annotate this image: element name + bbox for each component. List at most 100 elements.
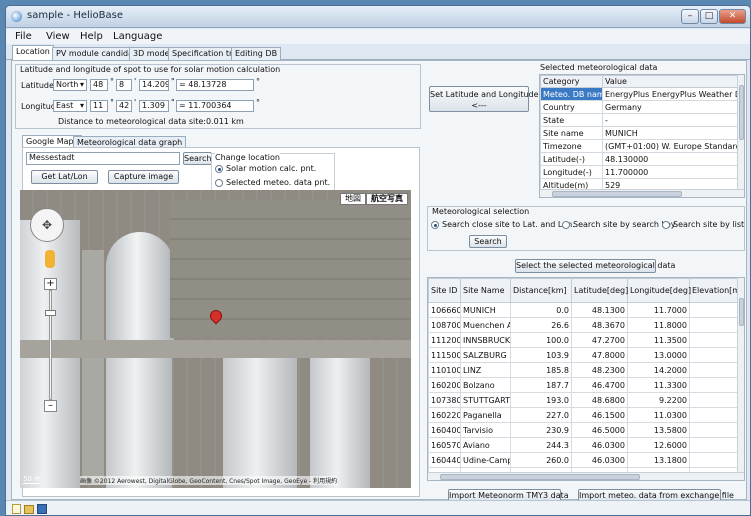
menu-language[interactable]: Language — [113, 31, 162, 42]
meteo-table-hscroll[interactable] — [540, 189, 744, 197]
site-row[interactable]: 107380 STUTTGART 193.0 48.6800 9.2200 — [428, 392, 739, 408]
elevation-cell — [689, 437, 739, 453]
save-icon[interactable] — [37, 504, 47, 514]
change-location-group: Change location Solar motion calc. pnt. … — [211, 153, 335, 191]
map-type-aerial-button[interactable]: 航空写真 — [366, 193, 408, 205]
radio-search-close-site[interactable] — [431, 221, 439, 229]
longitude-minutes-input[interactable]: 42 — [116, 100, 132, 112]
maximize-button[interactable]: □ — [700, 9, 718, 24]
set-latlon-button[interactable]: Set Latitude and Longitude <--- — [429, 86, 539, 112]
site-row[interactable]: 160570 Aviano 244.3 46.0300 12.6000 — [428, 437, 739, 453]
site-row[interactable]: 111500 SALZBURG 103.9 47.8000 13.0000 — [428, 347, 739, 363]
site-row[interactable]: 160220 Paganella 227.0 46.1500 11.0300 — [428, 407, 739, 423]
new-file-icon[interactable] — [12, 504, 21, 514]
map-hall — [223, 358, 297, 488]
longitude-seconds-input[interactable]: 1.309 — [139, 100, 169, 112]
map-search-button[interactable]: Search — [183, 152, 212, 165]
property-category-cell: Timezone — [540, 139, 603, 153]
latitude-degrees-input[interactable]: 48 — [90, 79, 108, 91]
column-header-elevation[interactable]: Elevation[m — [689, 278, 740, 303]
sites-table-vscroll[interactable] — [737, 278, 744, 472]
radio-meteo-point[interactable] — [215, 179, 223, 187]
zoom-slider[interactable] — [49, 290, 52, 400]
tab-location[interactable]: Location — [12, 45, 54, 61]
longitude-cell: 11.3300 — [627, 377, 690, 393]
zoom-out-button[interactable]: – — [44, 400, 57, 412]
meteo-property-row[interactable]: Timezone(GMT+01:00) W. Europe Standard T… — [540, 139, 739, 153]
meteo-property-row[interactable]: Latitude(-) 48.130000 — [540, 152, 739, 166]
column-header-latitude[interactable]: Latitude[deg] — [571, 278, 628, 303]
site-row[interactable]: 106660 MUNICH 0.0 48.1300 11.7000 — [428, 302, 739, 318]
map-road — [82, 250, 104, 480]
site-name-cell: MUNICH — [460, 302, 511, 318]
site-row[interactable]: 110100 LINZ 185.8 48.2300 14.2000 — [428, 362, 739, 378]
radio-solar-point[interactable] — [215, 165, 223, 173]
zoom-slider-thumb[interactable] — [45, 310, 56, 316]
scroll-thumb[interactable] — [440, 474, 640, 480]
latitude-seconds-input[interactable]: 14.209 — [139, 79, 169, 91]
radio-search-list[interactable] — [662, 221, 670, 229]
meteo-search-button[interactable]: Search — [469, 235, 507, 248]
menu-file[interactable]: File — [15, 31, 32, 42]
selected-meteo-table: CategoryValue Meteo. DB nameEnergyPlus E… — [539, 74, 745, 198]
longitude-cell: 9.2200 — [627, 392, 690, 408]
site-name-cell: SALZBURG — [460, 347, 511, 363]
radio-search-key[interactable] — [562, 221, 570, 229]
sites-table-hscroll[interactable] — [428, 472, 744, 480]
latitude-direction-select[interactable]: North ▾ — [53, 79, 87, 91]
column-header-site-name[interactable]: Site Name — [460, 278, 511, 303]
site-id-cell: 160570 — [428, 437, 461, 453]
longitude-direction-select[interactable]: East ▾ — [53, 100, 87, 112]
radio-meteo-label: Selected meteo. data pnt. — [226, 178, 331, 187]
zoom-in-button[interactable]: + — [44, 278, 57, 290]
site-row[interactable]: 160200 Bolzano 187.7 46.4700 11.3300 — [428, 377, 739, 393]
select-meteo-data-button[interactable]: Select the selected meteorological data — [515, 259, 675, 273]
column-header-site-id[interactable]: Site ID — [428, 278, 461, 303]
capture-image-button[interactable]: Capture image — [108, 170, 179, 184]
scroll-thumb[interactable] — [739, 85, 744, 140]
meteo-selection-title: Meteorological selection — [432, 207, 530, 216]
elevation-cell — [689, 377, 739, 393]
radio-search-close-label: Search close site to Lat. and Lon. — [442, 220, 575, 229]
site-name-cell: Tarvisio — [460, 422, 511, 438]
close-button[interactable]: ✕ — [719, 9, 746, 24]
longitude-degrees-input[interactable]: 11 — [90, 100, 108, 112]
meteo-property-row[interactable]: State - — [540, 113, 739, 127]
longitude-cell: 14.2000 — [627, 362, 690, 378]
distance-cell: 26.6 — [510, 317, 572, 333]
site-row[interactable]: 160440Udine-Camp..260.046.030013.1800 — [428, 452, 739, 468]
meteo-property-row[interactable]: Meteo. DB nameEnergyPlus EnergyPlus Weat… — [540, 87, 739, 101]
meteo-property-row[interactable]: Site name MUNICH — [540, 126, 739, 140]
site-row[interactable]: 160400 Tarvisio 230.9 46.5000 13.5800 — [428, 422, 739, 438]
open-folder-icon[interactable] — [24, 505, 34, 514]
property-value-cell: (GMT+01:00) W. Europe Standard Time — [602, 139, 739, 153]
radio-search-list-label: Search site by list — [673, 220, 745, 229]
longitude-cell: 13.5800 — [627, 422, 690, 438]
longitude-cell: 11.8000 — [627, 317, 690, 333]
menu-view[interactable]: View — [46, 31, 70, 42]
meteo-property-row[interactable]: Country Germany — [540, 100, 739, 114]
column-header-longitude[interactable]: Longitude[deg] — [627, 278, 691, 303]
meteo-table-vscroll[interactable] — [737, 75, 744, 189]
scroll-thumb[interactable] — [739, 298, 744, 326]
latitude-cell: 47.8000 — [571, 347, 628, 363]
site-row[interactable]: 108700Muenchen A..26.648.367011.8000 — [428, 317, 739, 333]
column-header-distance[interactable]: Distance[km] — [510, 278, 572, 303]
get-latlon-button[interactable]: Get Lat/Lon — [31, 170, 98, 184]
satellite-map[interactable]: ✥ + – 地図 航空写真 画像 ©2012 Aerowest, Digital… — [20, 190, 411, 488]
map-type-map-button[interactable]: 地図 — [340, 193, 366, 205]
scroll-thumb[interactable] — [552, 191, 682, 197]
latitude-minutes-input[interactable]: 8 — [116, 79, 132, 91]
menu-help[interactable]: Help — [80, 31, 103, 42]
street-view-pegman-icon[interactable] — [45, 250, 55, 268]
map-pan-control-icon[interactable]: ✥ — [30, 208, 64, 242]
map-search-input[interactable]: Messestadt — [26, 152, 180, 165]
meteo-property-row[interactable]: Longitude(-) 11.700000 — [540, 165, 739, 179]
site-row[interactable]: 111200 INNSBRUCK 100.0 47.2700 11.3500 — [428, 332, 739, 348]
site-name-cell: Paganella — [460, 407, 511, 423]
map-parking — [170, 200, 411, 338]
tab-editing-db[interactable]: Editing DB — [231, 47, 282, 60]
latitude-cell: 46.5000 — [571, 422, 628, 438]
minimize-button[interactable]: – — [681, 9, 699, 24]
chevron-down-icon: ▾ — [79, 80, 84, 89]
